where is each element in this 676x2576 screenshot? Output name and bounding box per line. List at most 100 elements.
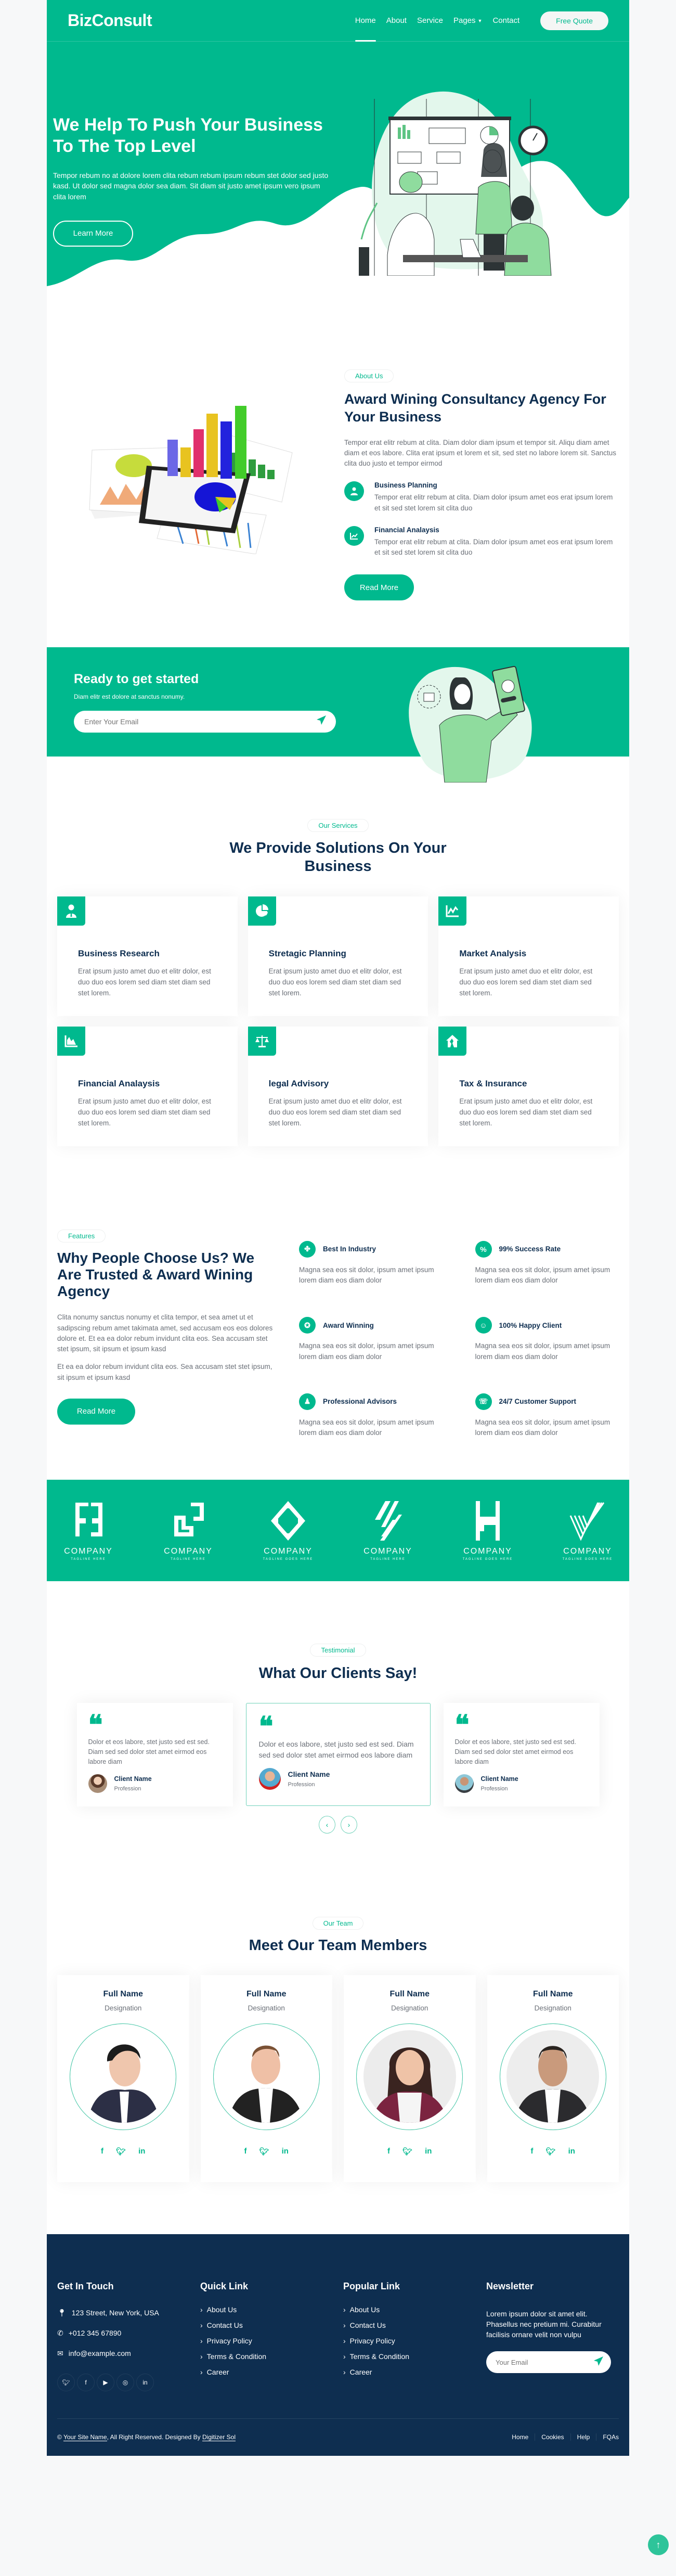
- designer-link[interactable]: Digitizer Sol: [202, 2433, 236, 2442]
- about-image: [53, 364, 323, 572]
- service-card-legal-advisory[interactable]: legal Advisory Erat ipsum justo amet duo…: [248, 1026, 428, 1146]
- newsletter-email-input[interactable]: [496, 2358, 593, 2366]
- services-tag: Our Services: [307, 819, 369, 832]
- carousel-next-button[interactable]: ›: [341, 1815, 357, 1834]
- linkedin-icon[interactable]: in: [568, 2147, 575, 2156]
- footer-bottom-link-faqs[interactable]: FQAs: [596, 2433, 619, 2441]
- map-marker-icon: 📍︎: [57, 2308, 67, 2317]
- nav-about[interactable]: About: [386, 0, 407, 42]
- about-content: About Us Award Wining Consultancy Agency…: [344, 364, 619, 601]
- footer-link[interactable]: › Terms & Condition: [343, 2352, 476, 2361]
- service-text: Erat ipsum justo amet duo et elitr dolor…: [78, 1097, 211, 1127]
- testimonials-title: What Our Clients Say!: [258, 1665, 418, 1682]
- features-read-more-button[interactable]: Read More: [57, 1398, 135, 1425]
- facebook-icon[interactable]: f: [387, 2147, 390, 2156]
- linkedin-icon[interactable]: in: [425, 2147, 432, 2156]
- quote-icon: ❝: [454, 1709, 470, 1741]
- nav-home[interactable]: Home: [355, 0, 376, 42]
- footer-link[interactable]: › Privacy Policy: [200, 2337, 333, 2345]
- percent-icon: %: [475, 1240, 492, 1258]
- twitter-icon[interactable]: 🐦︎: [546, 2147, 556, 2156]
- linkedin-icon[interactable]: in: [138, 2147, 145, 2156]
- service-title: Tax & Insurance: [459, 1078, 527, 1088]
- caret-down-icon: ▼: [477, 18, 483, 23]
- nav-contact[interactable]: Contact: [492, 0, 519, 42]
- team-member-card: Full Name Designation f 🐦︎ in: [344, 1975, 476, 2182]
- site-name-link[interactable]: Your Site Name: [63, 2433, 107, 2442]
- brand-logo[interactable]: BizConsult: [68, 11, 152, 30]
- twitter-icon[interactable]: 🐦︎: [259, 2147, 269, 2156]
- hero-text: Tempor rebum no at dolore lorem clita re…: [53, 171, 329, 201]
- client-logo: COMPANY TAGLINE GOES HERE: [257, 1500, 319, 1561]
- learn-more-button[interactable]: Learn More: [53, 220, 133, 247]
- chevron-right-icon: ›: [200, 2321, 203, 2329]
- footer-link[interactable]: › About Us: [200, 2305, 333, 2314]
- client-profession: Profession: [114, 1785, 141, 1792]
- chart-line-icon: [438, 896, 467, 926]
- service-card-financial-analysis[interactable]: Financial Analaysis Erat ipsum justo ame…: [57, 1026, 238, 1146]
- chevron-left-icon: ‹: [326, 1820, 329, 1829]
- facebook-icon[interactable]: f: [244, 2147, 247, 2156]
- twitter-icon[interactable]: 🐦︎: [116, 2147, 126, 2156]
- service-card-strategic-planning[interactable]: Stretagic Planning Erat ipsum justo amet…: [248, 896, 428, 1016]
- house-damage-icon: [438, 1026, 467, 1056]
- youtube-icon[interactable]: ▶: [97, 2373, 114, 2391]
- linkedin-icon[interactable]: in: [282, 2147, 289, 2156]
- nav-service[interactable]: Service: [417, 0, 443, 42]
- member-name: Full Name: [103, 1989, 143, 1998]
- service-title: Stretagic Planning: [268, 948, 346, 958]
- footer-link[interactable]: › Career: [343, 2368, 476, 2376]
- features-title: Why People Choose Us? We Are Trusted & A…: [57, 1249, 255, 1300]
- about-read-more-button[interactable]: Read More: [344, 574, 414, 601]
- user-tie-icon: [344, 481, 364, 502]
- send-icon[interactable]: [316, 715, 327, 728]
- client-logos-section: COMPANY TAGLINE HERE COMPANY TAGLINE HERE …: [47, 1480, 629, 1582]
- footer-bottom-link-help[interactable]: Help: [570, 2433, 596, 2441]
- client-name: Client Name: [480, 1775, 518, 1783]
- chart-area-icon: [57, 1026, 85, 1056]
- about-item-title: Financial Analaysis: [374, 526, 439, 534]
- footer-bottom-link-home[interactable]: Home: [505, 2433, 535, 2441]
- facebook-icon[interactable]: f: [77, 2373, 95, 2391]
- carousel-prev-button[interactable]: ‹: [319, 1815, 335, 1834]
- cta-email-input[interactable]: [84, 717, 316, 726]
- member-socials: f 🐦︎ in: [201, 2147, 333, 2156]
- feature-item: ☺ 100% Happy Client Magna sea eos sit dol…: [475, 1317, 619, 1362]
- features-section: Features Why People Choose Us? We Are Tr…: [47, 1177, 629, 1480]
- twitter-icon[interactable]: 🐦︎: [402, 2147, 412, 2156]
- logo-mark-icon: [569, 1502, 605, 1541]
- feature-text: Magna sea eos sit dolor, ipsum amet ipsu…: [475, 1418, 610, 1437]
- twitter-icon[interactable]: 🐦︎: [57, 2373, 75, 2391]
- feature-text: Magna sea eos sit dolor, ipsum amet ipsu…: [299, 1418, 434, 1437]
- footer-link[interactable]: › About Us: [343, 2305, 476, 2314]
- instagram-icon[interactable]: ◎: [116, 2373, 134, 2391]
- quote-icon: ❝: [88, 1709, 103, 1741]
- footer-link[interactable]: › Privacy Policy: [343, 2337, 476, 2345]
- chevron-right-icon: ›: [343, 2336, 346, 2345]
- nav-pages-dropdown[interactable]: Pages ▼: [453, 0, 482, 42]
- free-quote-button[interactable]: Free Quote: [540, 11, 608, 30]
- footer-phone: ✆ +012 345 67890: [57, 2328, 122, 2338]
- cta-subtitle: Diam elitr est dolore at sanctus nonumy.: [74, 693, 185, 700]
- footer-address: 📍︎ 123 Street, New York, USA: [57, 2308, 159, 2317]
- linkedin-icon[interactable]: in: [136, 2373, 154, 2391]
- back-to-top-button[interactable]: ↑: [648, 2534, 669, 2555]
- logo-mark-icon: [271, 1501, 305, 1541]
- logo-mark-icon: [75, 1503, 102, 1537]
- facebook-icon[interactable]: f: [101, 2147, 103, 2156]
- service-card-market-analysis[interactable]: Market Analysis Erat ipsum justo amet du…: [438, 896, 619, 1016]
- facebook-icon[interactable]: f: [531, 2147, 534, 2156]
- send-icon[interactable]: [593, 2356, 604, 2369]
- quote-icon: ❝: [258, 1711, 274, 1743]
- service-card-tax-insurance[interactable]: Tax & Insurance Erat ipsum justo amet du…: [438, 1026, 619, 1146]
- footer-link[interactable]: › Contact Us: [200, 2321, 333, 2329]
- client-name: Client Name: [114, 1775, 152, 1783]
- feature-item: ♟ Professional Advisors Magna sea eos sit…: [299, 1393, 443, 1439]
- footer-link[interactable]: › Contact Us: [343, 2321, 476, 2329]
- footer-bottom-link-cookies[interactable]: Cookies: [535, 2433, 570, 2441]
- features-text-2: Et ea ea dolor rebum invidunt clita eos.…: [57, 1363, 272, 1381]
- service-card-business-research[interactable]: Business Research Erat ipsum justo amet …: [57, 896, 238, 1016]
- footer-link[interactable]: › Career: [200, 2368, 333, 2376]
- footer-link[interactable]: › Terms & Condition: [200, 2352, 333, 2361]
- testimonial-tag: Testimonial: [310, 1644, 366, 1657]
